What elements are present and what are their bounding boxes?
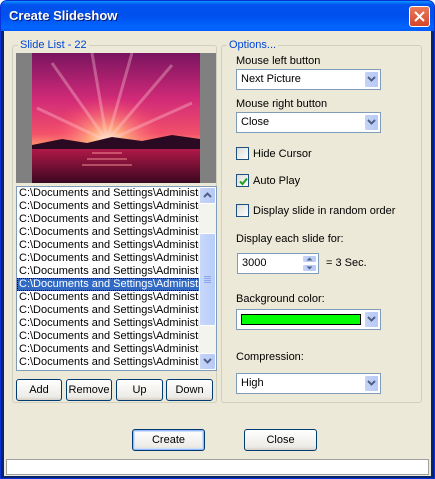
mouse-left-dropdown-button[interactable] xyxy=(364,71,379,88)
slide-list-item[interactable]: C:\Documents and Settings\Administrator\… xyxy=(17,304,200,317)
mouse-right-label: Mouse right button xyxy=(236,98,328,110)
chevron-up-icon xyxy=(306,257,313,261)
mouse-right-value: Close xyxy=(241,116,270,128)
slide-list-item[interactable]: C:\Documents and Settings\Administrator\… xyxy=(17,200,200,213)
sunset-preview-image xyxy=(32,53,200,183)
display-duration-value: 3000 xyxy=(242,257,267,269)
slide-list-legend: Slide List - 22 xyxy=(18,39,89,51)
chevron-down-icon xyxy=(306,266,313,270)
mouse-left-label: Mouse left button xyxy=(236,55,321,67)
auto-play-label: Auto Play xyxy=(253,175,301,187)
close-button[interactable]: Close xyxy=(244,429,317,451)
display-duration-input[interactable]: 3000 xyxy=(237,253,319,274)
chevron-down-icon xyxy=(367,119,376,125)
random-order-checkbox[interactable] xyxy=(236,204,249,217)
slide-list-item[interactable]: C:\Documents and Settings\Administrator\… xyxy=(17,226,200,239)
chevron-down-icon xyxy=(367,316,376,322)
compression-dropdown-button[interactable] xyxy=(364,375,379,392)
scroll-up-button[interactable] xyxy=(199,187,216,204)
duration-spinner[interactable] xyxy=(302,255,317,272)
compression-select[interactable]: High xyxy=(236,373,381,394)
options-legend: Options... xyxy=(227,39,279,51)
slide-list-item[interactable]: C:\Documents and Settings\Administrator\… xyxy=(17,265,200,278)
slide-list-item[interactable]: C:\Documents and Settings\Administrator\… xyxy=(17,291,200,304)
scroll-thumb[interactable] xyxy=(199,233,216,326)
slide-list-scrollbar[interactable] xyxy=(199,187,216,370)
chevron-down-icon xyxy=(367,76,376,82)
hide-cursor-label: Hide Cursor xyxy=(253,148,312,160)
auto-play-checkbox[interactable] xyxy=(236,174,249,187)
slide-list-item[interactable]: C:\Documents and Settings\Administrator\… xyxy=(17,239,200,252)
background-color-label: Background color: xyxy=(236,293,325,305)
background-color-select[interactable] xyxy=(236,309,381,330)
slide-list-item[interactable]: C:\Documents and Settings\Administrator\… xyxy=(17,330,200,343)
scroll-down-button[interactable] xyxy=(199,353,216,370)
chevron-down-icon xyxy=(367,380,376,386)
slide-list-item[interactable]: C:\Documents and Settings\Administrator\… xyxy=(17,213,200,226)
title-bar[interactable]: Create Slideshow xyxy=(1,1,434,31)
slide-listbox[interactable]: C:\Documents and Settings\Administrator\… xyxy=(16,186,217,371)
duration-seconds-text: = 3 Sec. xyxy=(326,257,367,269)
chevron-down-icon xyxy=(203,358,212,364)
slide-list-item[interactable]: C:\Documents and Settings\Administrator\… xyxy=(17,278,200,291)
close-icon xyxy=(414,11,425,22)
slide-list-item[interactable]: C:\Documents and Settings\Administrator\… xyxy=(17,343,200,356)
add-button[interactable]: Add xyxy=(16,379,62,401)
mouse-left-value: Next Picture xyxy=(241,73,301,85)
spin-down-button[interactable] xyxy=(302,264,317,272)
move-up-button[interactable]: Up xyxy=(116,379,163,401)
display-each-label: Display each slide for: xyxy=(236,233,344,245)
background-color-swatch xyxy=(241,314,361,325)
chevron-up-icon xyxy=(203,192,212,198)
checkmark-icon xyxy=(239,177,248,186)
window-title: Create Slideshow xyxy=(9,8,118,23)
create-button[interactable]: Create xyxy=(132,429,205,451)
slide-preview xyxy=(16,53,216,183)
slide-list-item[interactable]: C:\Documents and Settings\Administrator\… xyxy=(17,356,200,369)
create-slideshow-window: Create Slideshow Slide List - 22 C:\Docu… xyxy=(0,0,435,479)
mouse-left-select[interactable]: Next Picture xyxy=(236,69,381,90)
dialog-client-area: Slide List - 22 C:\Documents and Setting… xyxy=(4,31,431,476)
slide-list-item[interactable]: C:\Documents and Settings\Administrator\… xyxy=(17,187,200,200)
hide-cursor-checkbox[interactable] xyxy=(236,147,249,160)
move-down-button[interactable]: Down xyxy=(166,379,213,401)
status-bar xyxy=(6,459,429,475)
slide-list-item[interactable]: C:\Documents and Settings\Administrator\… xyxy=(17,252,200,265)
compression-label: Compression: xyxy=(236,351,304,363)
mouse-right-dropdown-button[interactable] xyxy=(364,114,379,131)
slide-list-items: C:\Documents and Settings\Administrator\… xyxy=(17,187,200,369)
compression-value: High xyxy=(241,377,264,389)
random-order-label: Display slide in random order xyxy=(253,205,396,217)
spin-up-button[interactable] xyxy=(302,255,317,263)
mouse-right-select[interactable]: Close xyxy=(236,112,381,133)
window-close-button[interactable] xyxy=(409,6,430,27)
remove-button[interactable]: Remove xyxy=(66,379,112,401)
slide-list-item[interactable]: C:\Documents and Settings\Administrator\… xyxy=(17,317,200,330)
background-color-dropdown-button[interactable] xyxy=(364,311,379,328)
